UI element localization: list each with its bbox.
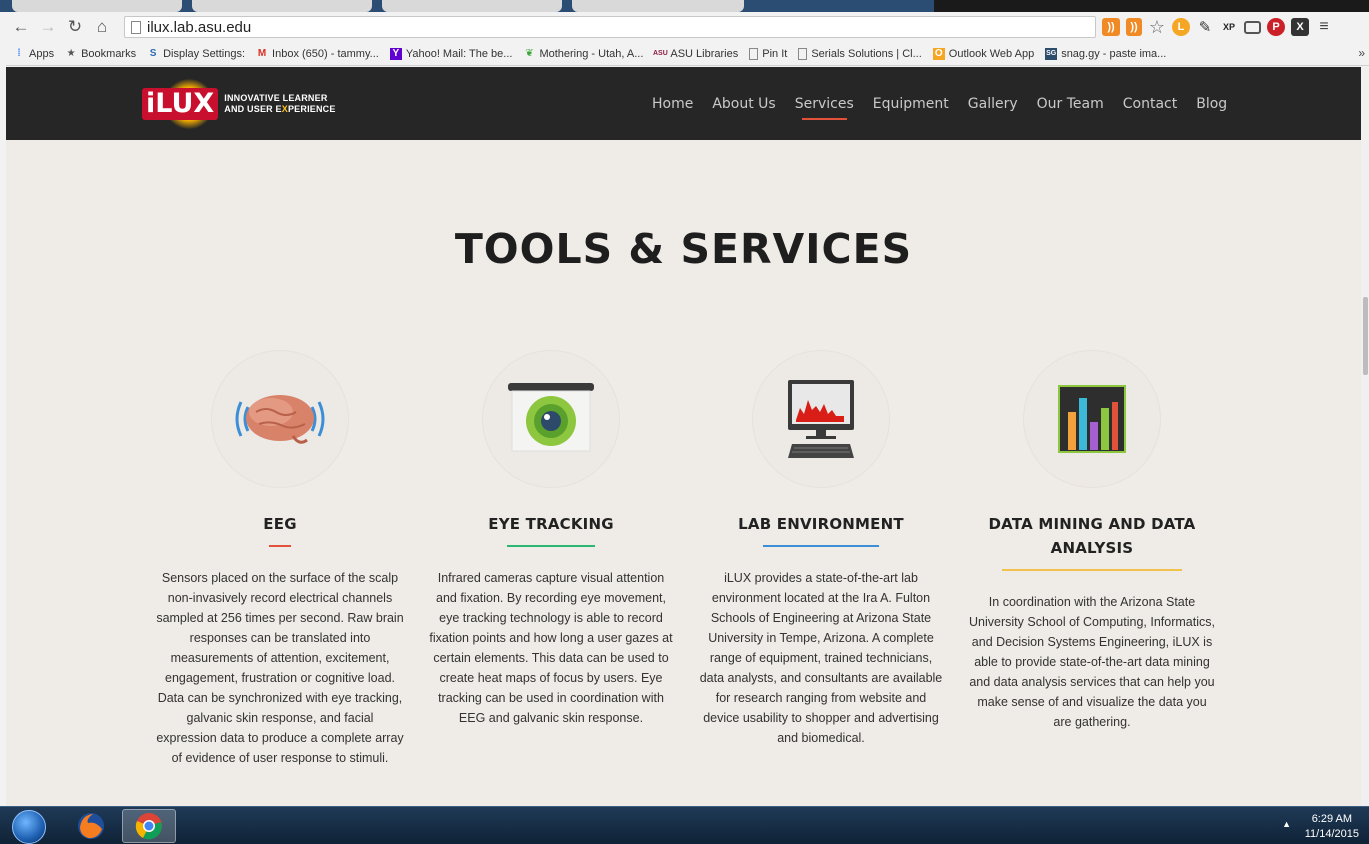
title-underline	[507, 545, 595, 547]
url-text: ilux.lab.asu.edu	[147, 18, 252, 36]
l-extension-icon[interactable]: L	[1172, 18, 1190, 36]
service-title: DATA MINING AND DATA ANALYSIS	[988, 515, 1196, 557]
yahoo-icon: Y	[389, 47, 402, 60]
scroll-thumb[interactable]	[1363, 297, 1368, 375]
page-icon	[798, 47, 808, 60]
nav-home[interactable]: Home	[652, 67, 693, 140]
display-settings-icon: S	[149, 48, 157, 59]
title-underline	[269, 545, 291, 547]
system-clock[interactable]: 6:29 AM 11/14/2015	[1305, 812, 1359, 842]
service-title: EEG	[263, 515, 297, 533]
site-logo[interactable]: iLUX INNOVATIVE LEARNER AND USER EXPERIE…	[142, 79, 336, 129]
tray-expand-icon[interactable]: ▲	[1282, 819, 1291, 829]
firefox-icon[interactable]	[64, 809, 118, 843]
bookmark-mothering[interactable]: ❦ Mothering - Utah, A...	[523, 48, 643, 60]
service-eye-tracking: EYE TRACKING Infrared cameras capture vi…	[426, 350, 676, 728]
logo-wordmark: iLUX	[142, 88, 219, 120]
asu-icon: ASU	[652, 50, 668, 57]
browser-tab[interactable]	[572, 0, 744, 12]
service-title: LAB ENVIRONMENT	[738, 515, 904, 533]
star-icon: ★	[66, 48, 76, 59]
bookmark-outlook[interactable]: O Outlook Web App	[932, 47, 1034, 60]
bookmark-apps[interactable]: ⁞ Apps	[13, 48, 54, 60]
back-arrow-icon[interactable]: ←	[9, 15, 33, 39]
service-description: In coordination with the Arizona State U…	[969, 595, 1215, 729]
chrome-icon[interactable]	[122, 809, 176, 843]
start-button[interactable]	[12, 810, 46, 844]
page-viewport: iLUX INNOVATIVE LEARNER AND USER EXPERIE…	[6, 67, 1361, 806]
nav-services[interactable]: Services	[795, 67, 854, 140]
bookmark-yahoo-mail[interactable]: Y Yahoo! Mail: The be...	[389, 47, 512, 60]
reload-icon[interactable]: ↻	[63, 15, 87, 39]
browser-tab[interactable]	[12, 0, 182, 12]
service-eeg: EEG Sensors placed on the surface of the…	[155, 350, 405, 768]
nav-contact[interactable]: Contact	[1123, 67, 1177, 140]
nav-blog[interactable]: Blog	[1196, 67, 1227, 140]
xpath-icon[interactable]: XP	[1220, 18, 1238, 36]
service-description: Sensors placed on the surface of the sca…	[156, 571, 404, 765]
x-extension-icon[interactable]: X	[1291, 18, 1309, 36]
bookmarks-bar: ⁞ Apps ★ Bookmarks S Display Settings: M Inb…	[6, 42, 1369, 66]
apps-grid-icon: ⁞	[17, 48, 21, 59]
leaf-icon: ❦	[525, 48, 534, 59]
bookmark-bookmarks[interactable]: ★ Bookmarks	[65, 48, 137, 60]
bar-chart-icon	[1023, 350, 1161, 488]
service-lab-environment: LAB ENVIRONMENT iLUX provides a state-of…	[696, 350, 946, 748]
bookmark-pin-it[interactable]: Pin It	[749, 47, 787, 60]
desktop-background	[934, 0, 1369, 12]
service-title: EYE TRACKING	[488, 515, 614, 533]
nav-gallery[interactable]: Gallery	[968, 67, 1018, 140]
eye-tracker-icon	[482, 350, 620, 488]
cast-icon[interactable]	[1244, 20, 1261, 34]
pinterest-icon[interactable]: P	[1267, 18, 1285, 36]
menu-icon[interactable]: ≡	[1315, 18, 1333, 36]
bookmarks-overflow-button[interactable]: »	[1358, 46, 1365, 60]
title-underline	[1002, 569, 1182, 571]
forward-arrow-icon[interactable]: →	[36, 15, 60, 39]
service-description: iLUX provides a state-of-the-art lab env…	[699, 571, 943, 745]
home-icon[interactable]: ⌂	[90, 15, 114, 39]
brain-icon	[211, 350, 349, 488]
eyedropper-icon[interactable]: ✎	[1196, 18, 1214, 36]
page-icon	[749, 47, 759, 60]
service-data-mining: DATA MINING AND DATA ANALYSIS In coordin…	[967, 350, 1217, 732]
address-bar[interactable]: ilux.lab.asu.edu	[124, 16, 1096, 38]
logo-tagline: INNOVATIVE LEARNER AND USER EXPERIENCE	[224, 93, 336, 114]
bookmark-asu-libraries[interactable]: ASU ASU Libraries	[652, 48, 738, 60]
gmail-icon: M	[257, 48, 267, 59]
bookmark-serials-solutions[interactable]: Serials Solutions | Cl...	[798, 47, 922, 60]
tab-strip	[0, 0, 1369, 12]
bookmark-display-settings[interactable]: S Display Settings:	[147, 48, 245, 60]
extension-icons: )) )) ☆ L ✎ XP P X ≡	[1102, 15, 1333, 39]
star-bookmark-icon[interactable]: ☆	[1148, 17, 1166, 37]
section-title: TOOLS & SERVICES	[454, 225, 913, 273]
rss-alt-icon[interactable]: ))	[1126, 18, 1142, 36]
nav-equipment[interactable]: Equipment	[873, 67, 949, 140]
service-description: Infrared cameras capture visual attentio…	[429, 571, 673, 725]
nav-about-us[interactable]: About Us	[712, 67, 775, 140]
computer-icon	[752, 350, 890, 488]
browser-tab[interactable]	[382, 0, 562, 12]
windows-taskbar: ▲ 6:29 AM 11/14/2015	[0, 806, 1369, 844]
site-header: iLUX INNOVATIVE LEARNER AND USER EXPERIE…	[6, 67, 1361, 140]
page-scrollbar[interactable]	[1361, 67, 1369, 806]
browser-toolbar: ← → ↻ ⌂ ilux.lab.asu.edu )) )) ☆ L ✎ XP …	[6, 12, 1369, 42]
outlook-icon: O	[932, 47, 945, 60]
rss-icon[interactable]: ))	[1102, 18, 1120, 36]
snaggy-icon: SG	[1045, 47, 1058, 60]
nav-our-team[interactable]: Our Team	[1037, 67, 1104, 140]
browser-tab[interactable]	[192, 0, 372, 12]
bookmark-snaggy[interactable]: SG snag.gy - paste ima...	[1045, 47, 1166, 60]
title-underline	[763, 545, 879, 547]
bookmark-inbox[interactable]: M Inbox (650) - tammy...	[256, 48, 379, 60]
page-icon	[131, 20, 141, 34]
main-nav: Home About Us Services Equipment Gallery…	[652, 67, 1246, 140]
